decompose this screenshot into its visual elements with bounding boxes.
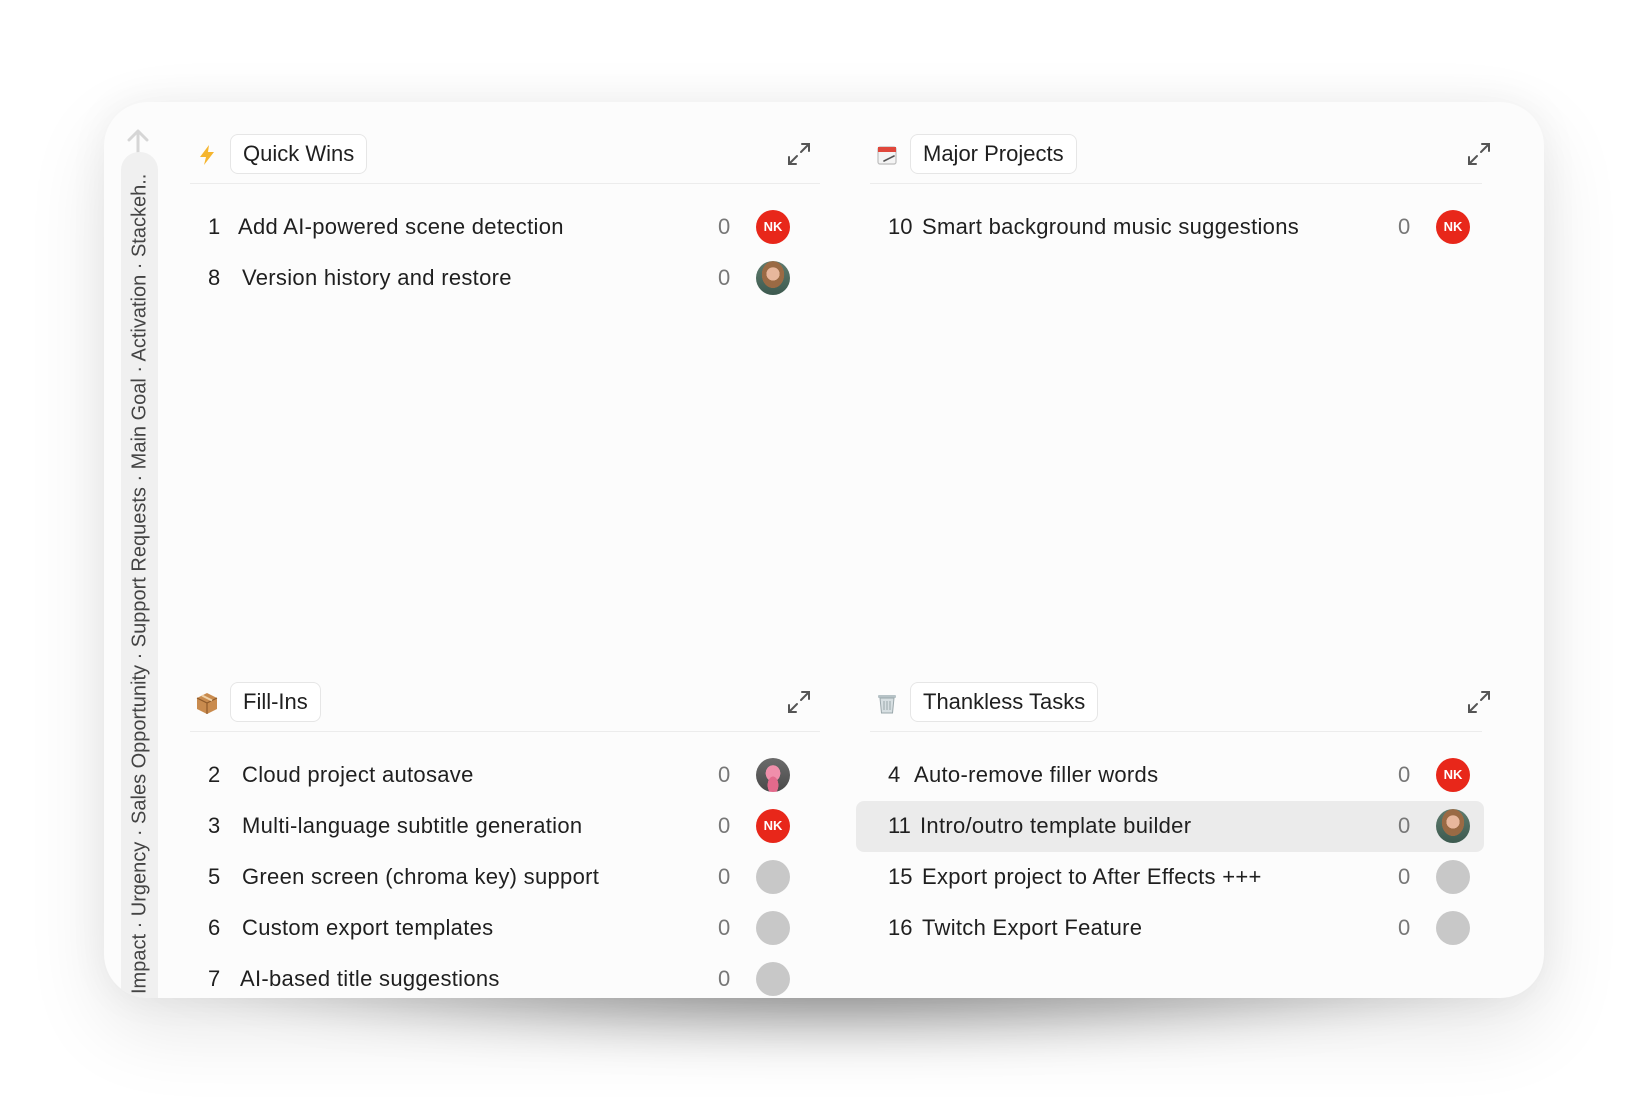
- list-item[interactable]: 5 Green screen (chroma key) support 0: [190, 852, 820, 903]
- item-title: Add AI-powered scene detection: [238, 214, 564, 239]
- quadrant-title[interactable]: Thankless Tasks: [910, 682, 1099, 722]
- package-icon: [196, 693, 218, 714]
- calendar-icon: [877, 146, 897, 165]
- quadrant-header: Fill-Ins: [190, 672, 820, 732]
- item-number: 2: [208, 762, 221, 787]
- item-title: Twitch Export Feature: [922, 915, 1143, 940]
- item-title: Version history and restore: [242, 265, 512, 290]
- quadrant-header: Thankless Tasks: [870, 672, 1490, 732]
- expand-icon[interactable]: [784, 687, 814, 717]
- avatar[interactable]: [1436, 860, 1470, 894]
- item-title: Custom export templates: [242, 915, 494, 940]
- list-item[interactable]: 4 Auto-remove filler words 0 NK: [870, 750, 1500, 801]
- list-item[interactable]: 16 Twitch Export Feature 0: [870, 903, 1500, 954]
- item-title: AI-based title suggestions: [240, 966, 500, 991]
- avatar[interactable]: NK: [756, 809, 790, 843]
- list-item[interactable]: 3 Multi-language subtitle generation 0 N…: [190, 801, 820, 852]
- item-count: 0: [718, 214, 731, 239]
- item-count: 0: [718, 966, 731, 991]
- list-item[interactable]: 7 AI-based title suggestions 0: [190, 954, 820, 998]
- item-count: 0: [718, 915, 731, 940]
- avatar[interactable]: NK: [1436, 758, 1470, 792]
- list-item[interactable]: 8 Version history and restore 0: [190, 253, 820, 304]
- list-item[interactable]: 6 Custom export templates 0: [190, 903, 820, 954]
- item-number: 10: [888, 214, 913, 239]
- quadrant-thankless-tasks: Thankless Tasks 4 Auto-remove filler wor…: [856, 672, 1544, 998]
- item-count: 0: [1398, 864, 1411, 889]
- item-number: 16: [888, 915, 913, 940]
- item-title: Multi-language subtitle generation: [242, 813, 583, 838]
- item-count: 0: [718, 762, 731, 787]
- item-title: Green screen (chroma key) support: [242, 864, 600, 889]
- item-number: 6: [208, 915, 221, 940]
- item-number: 11: [888, 813, 911, 838]
- list-item[interactable]: 11 Intro/outro template builder 0: [856, 801, 1484, 852]
- quadrant-header: Quick Wins: [190, 124, 820, 184]
- item-title: Export project to After Effects +++: [922, 864, 1262, 889]
- quadrant-title[interactable]: Fill-Ins: [230, 682, 321, 722]
- quadrant-quick-wins: Quick Wins 1 Add AI-powered scene detect…: [190, 124, 920, 616]
- item-number: 8: [208, 265, 221, 290]
- item-count: 0: [1398, 214, 1411, 239]
- expand-icon[interactable]: [784, 139, 814, 169]
- avatar[interactable]: [1436, 911, 1470, 945]
- trash-icon: [878, 695, 896, 714]
- item-title: Auto-remove filler words: [914, 762, 1159, 787]
- item-count: 0: [1398, 813, 1411, 838]
- list-item[interactable]: 10 Smart background music suggestions 0 …: [870, 202, 1500, 253]
- avatar[interactable]: [1436, 809, 1470, 843]
- lightning-icon: [200, 145, 214, 165]
- quadrant-fill-ins: Fill-Ins 2 Cloud project autosave 0 3 Mu…: [190, 672, 920, 998]
- list-item[interactable]: 1 Add AI-powered scene detection 0 NK: [190, 202, 820, 253]
- item-count: 0: [718, 864, 731, 889]
- quadrant-header: Major Projects: [870, 124, 1490, 184]
- item-title: Smart background music suggestions: [922, 214, 1300, 239]
- avatar[interactable]: NK: [756, 210, 790, 244]
- avatar[interactable]: [756, 758, 790, 792]
- item-number: 3: [208, 813, 221, 838]
- item-number: 5: [208, 864, 221, 889]
- item-count: 0: [1398, 762, 1411, 787]
- avatar[interactable]: [756, 860, 790, 894]
- expand-icon[interactable]: [1464, 139, 1494, 169]
- avatar[interactable]: [756, 911, 790, 945]
- expand-icon[interactable]: [1464, 687, 1494, 717]
- arrow-up-icon: [127, 129, 149, 154]
- item-count: 0: [1398, 915, 1411, 940]
- item-number: 1: [208, 214, 221, 239]
- item-title: Intro/outro template builder: [920, 813, 1192, 838]
- avatar[interactable]: [756, 962, 790, 996]
- list-item[interactable]: 15 Export project to After Effects +++ 0: [870, 852, 1500, 903]
- y-axis-label: Impact · Urgency · Sales Opportunity · S…: [128, 174, 151, 994]
- quadrant-major-projects: Major Projects 10 Smart background music…: [870, 124, 1544, 616]
- avatar[interactable]: NK: [1436, 210, 1470, 244]
- list-item[interactable]: 2 Cloud project autosave 0: [190, 750, 820, 801]
- item-number: 15: [888, 864, 913, 889]
- avatar[interactable]: [756, 261, 790, 295]
- item-count: 0: [718, 265, 731, 290]
- item-title: Cloud project autosave: [242, 762, 474, 787]
- quadrant-title[interactable]: Quick Wins: [230, 134, 368, 174]
- prioritization-matrix-card: Impact · Urgency · Sales Opportunity · S…: [104, 102, 1544, 998]
- quadrant-title[interactable]: Major Projects: [910, 134, 1077, 174]
- item-count: 0: [718, 813, 731, 838]
- item-number: 7: [208, 966, 221, 991]
